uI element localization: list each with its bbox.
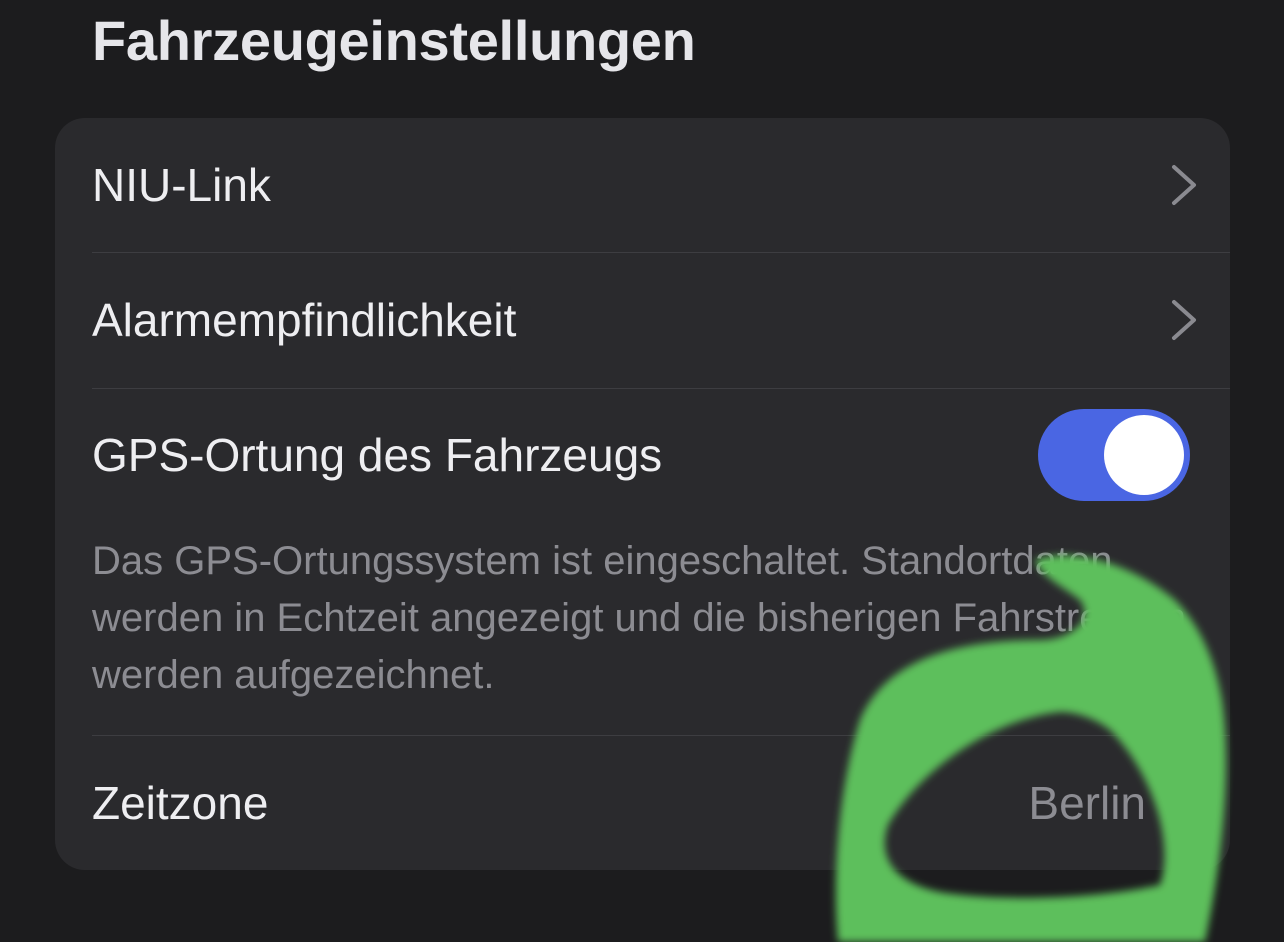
niu-link-row[interactable]: NIU-Link (55, 118, 1230, 252)
section-title: Fahrzeugeinstellungen (92, 9, 696, 72)
toggle-knob (1104, 415, 1184, 495)
chevron-right-icon (1172, 783, 1196, 823)
niu-link-label: NIU-Link (92, 159, 271, 211)
gps-tracking-label: GPS-Ortung des Fahrzeugs (92, 429, 663, 481)
chevron-right-icon (1172, 165, 1196, 205)
gps-tracking-description: Das GPS-Ortungssystem ist eingeschaltet.… (92, 539, 1186, 697)
gps-tracking-row: GPS-Ortung des Fahrzeugs (55, 388, 1230, 522)
timezone-label: Zeitzone (92, 777, 269, 829)
settings-card: NIU-Link Alarmempfindlichkeit GPS-Ortung… (55, 118, 1230, 870)
alarm-sensitivity-row[interactable]: Alarmempfindlichkeit (55, 252, 1230, 388)
gps-tracking-toggle[interactable] (1038, 409, 1190, 501)
timezone-row[interactable]: Zeitzone Berlin (55, 736, 1230, 870)
timezone-value: Berlin (1028, 777, 1146, 829)
alarm-sensitivity-label: Alarmempfindlichkeit (92, 294, 517, 346)
chevron-right-icon (1172, 300, 1196, 340)
